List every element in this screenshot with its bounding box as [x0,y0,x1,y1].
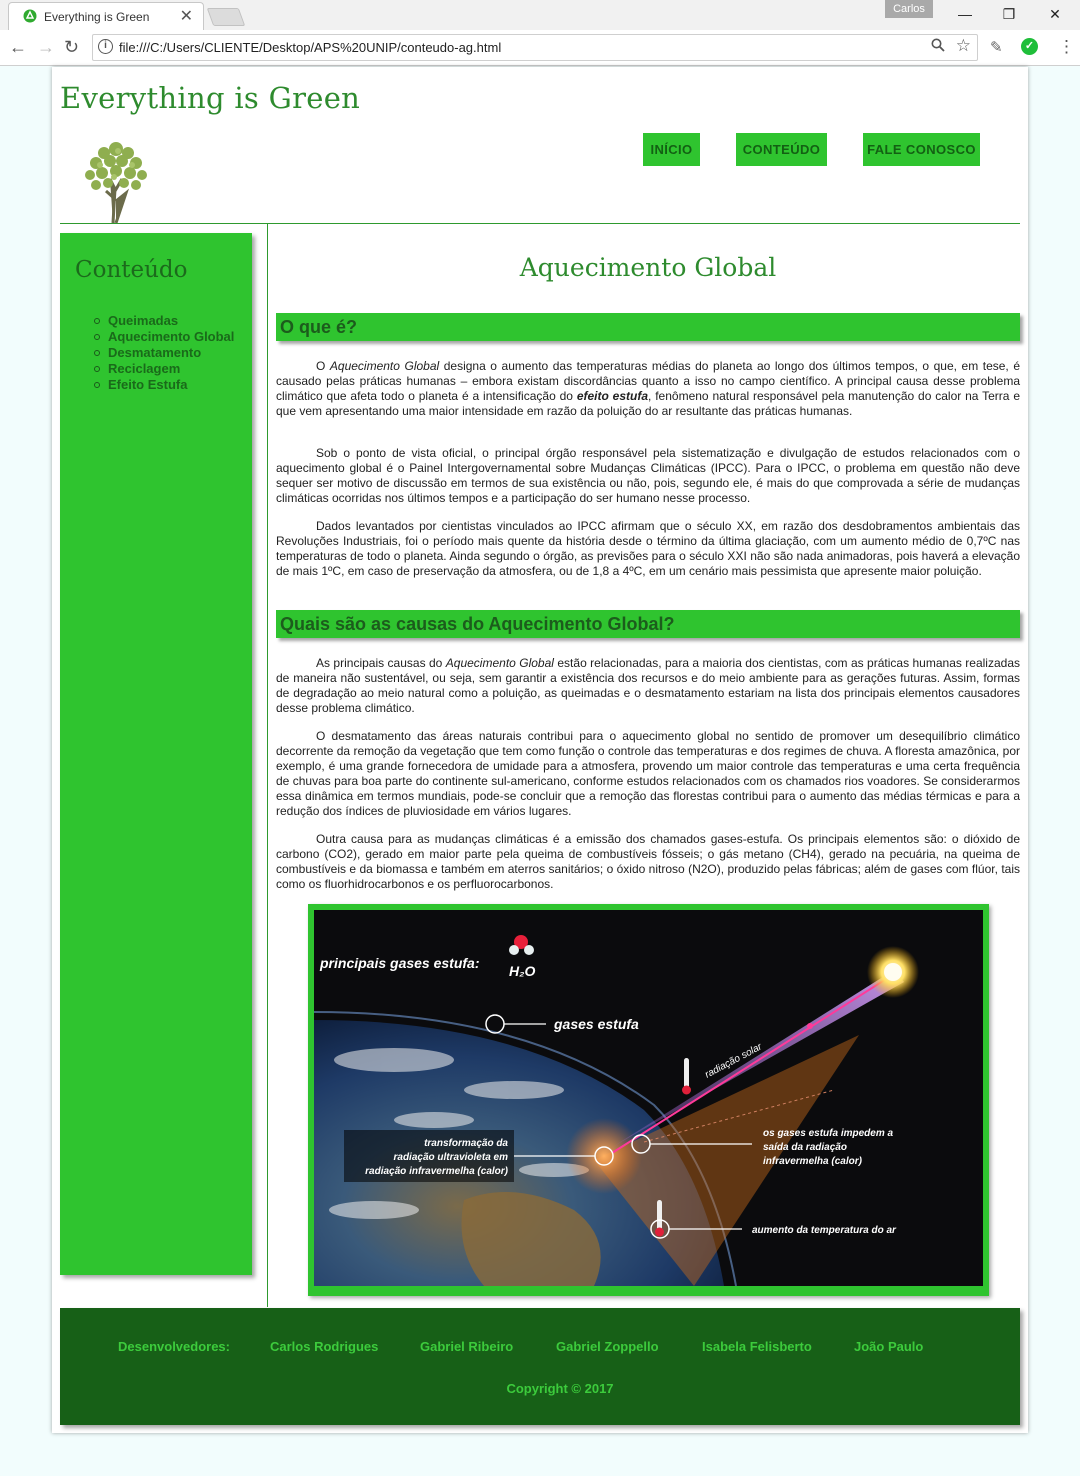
block-label-3: infravermelha (calor) [763,1156,863,1167]
block-label-1: os gases estufa impedem a [763,1128,893,1139]
bookmark-star-icon[interactable]: ☆ [956,36,971,56]
paragraph: O Aquecimento Global designa o aumento d… [276,359,1020,418]
developer-name: Carlos Rodrigues [270,1339,379,1354]
eyedropper-extension-icon[interactable]: ✎ [990,38,1003,56]
transform-label-1: transformação da [424,1138,508,1149]
zoom-icon[interactable] [931,38,945,52]
minimize-icon[interactable]: — [950,4,980,24]
developers-label: Desenvolvedores: [118,1339,230,1354]
diagram-heading: principais gases estufa: [319,955,480,971]
close-window-icon[interactable]: ✕ [1040,4,1070,24]
browser-tab[interactable]: Everything is Green ✕ [8,2,204,30]
sidebar-item-desmatamento[interactable]: Desmatamento [93,345,234,361]
paragraph: O desmatamento das áreas naturais contri… [276,729,1020,818]
developer-name: Gabriel Ribeiro [420,1339,514,1354]
page-container: Everything is Green INÍCIO CONTEÚDO FALE… [52,67,1028,1433]
paragraph: As principais causas do Aquecimento Glob… [276,656,1020,715]
forward-arrow-icon[interactable]: → [37,37,55,57]
nav-inicio[interactable]: INÍCIO [643,133,700,166]
developer-name: João Paulo [854,1339,924,1354]
profile-badge[interactable]: Carlos [885,0,933,18]
paragraph: Outra causa para as mudanças climáticas … [276,832,1020,891]
tab-title: Everything is Green [44,10,150,24]
sidebar-title: Conteúdo [75,257,188,283]
sidebar-list: Queimadas Aquecimento Global Desmatament… [93,313,234,393]
block-label-2: saída da radiação [763,1142,847,1153]
developer-name: Gabriel Zoppello [556,1339,659,1354]
temp-label: aumento da temperatura do ar [752,1225,897,1236]
thermometer-icon [684,1058,689,1088]
browser-menu-icon[interactable]: ⋮ [1058,36,1075,58]
sidebar-item-reciclagem[interactable]: Reciclagem [93,361,234,377]
copyright: Copyright © 2017 [506,1381,614,1396]
thermometer-icon [657,1200,662,1230]
section-heading: O que é? [280,317,358,337]
footer: Desenvolvedores: Carlos Rodrigues Gabrie… [60,1308,1020,1425]
content-divider [267,224,268,1307]
paragraph: Sob o ponto de vista oficial, o principa… [276,446,1020,505]
section-heading: Quais são as causas do Aquecimento Globa… [280,614,675,634]
tab-close-icon[interactable]: ✕ [180,6,193,26]
browser-toolbar: ← → ↻ i file:///C:/Users/CLIENTE/Desktop… [0,30,1080,66]
transform-label-3: radiação infravermelha (calor) [365,1166,509,1177]
address-bar[interactable]: i file:///C:/Users/CLIENTE/Desktop/APS%2… [92,34,978,61]
tree-logo-icon [85,142,147,223]
developer-name: Isabela Felisberto [702,1339,812,1354]
info-icon[interactable]: i [98,39,113,54]
section-heading-bar: O que é? [276,313,1020,341]
nav-conteudo[interactable]: CONTEÚDO [736,133,827,166]
greenhouse-diagram-frame: principais gases estufa: H₂O gases estuf… [308,904,989,1296]
h2o-label: H₂O [509,963,535,979]
check-extension-icon[interactable]: ✓ [1021,38,1038,55]
gases-label: gases estufa [553,1016,639,1032]
browser-titlebar: Everything is Green ✕ Carlos — ❐ ✕ [0,0,1080,30]
article-title: Aquecimento Global [519,253,777,282]
nav-fale-conosco[interactable]: FALE CONOSCO [863,133,980,166]
back-arrow-icon[interactable]: ← [9,37,27,57]
sidebar-item-efeito-estufa[interactable]: Efeito Estufa [93,377,234,393]
recycle-favicon-icon [23,9,37,23]
greenhouse-diagram: principais gases estufa: H₂O gases estuf… [314,910,983,1286]
sidebar-item-queimadas[interactable]: Queimadas [93,313,234,329]
url-text[interactable]: file:///C:/Users/CLIENTE/Desktop/APS%20U… [119,40,501,55]
sidebar: Conteúdo Queimadas Aquecimento Global De… [60,233,252,1275]
site-title: Everything is Green [60,81,361,115]
new-tab-button[interactable] [206,8,246,26]
header-divider [60,223,1020,224]
restore-icon[interactable]: ❐ [994,4,1024,24]
reload-icon[interactable]: ↻ [64,37,79,57]
section-heading-bar: Quais são as causas do Aquecimento Globa… [276,610,1020,638]
paragraph: Dados levantados por cientistas vinculad… [276,519,1020,578]
sidebar-item-aquecimento-global[interactable]: Aquecimento Global [93,329,234,345]
transform-label-2: radiação ultravioleta em [394,1152,509,1163]
